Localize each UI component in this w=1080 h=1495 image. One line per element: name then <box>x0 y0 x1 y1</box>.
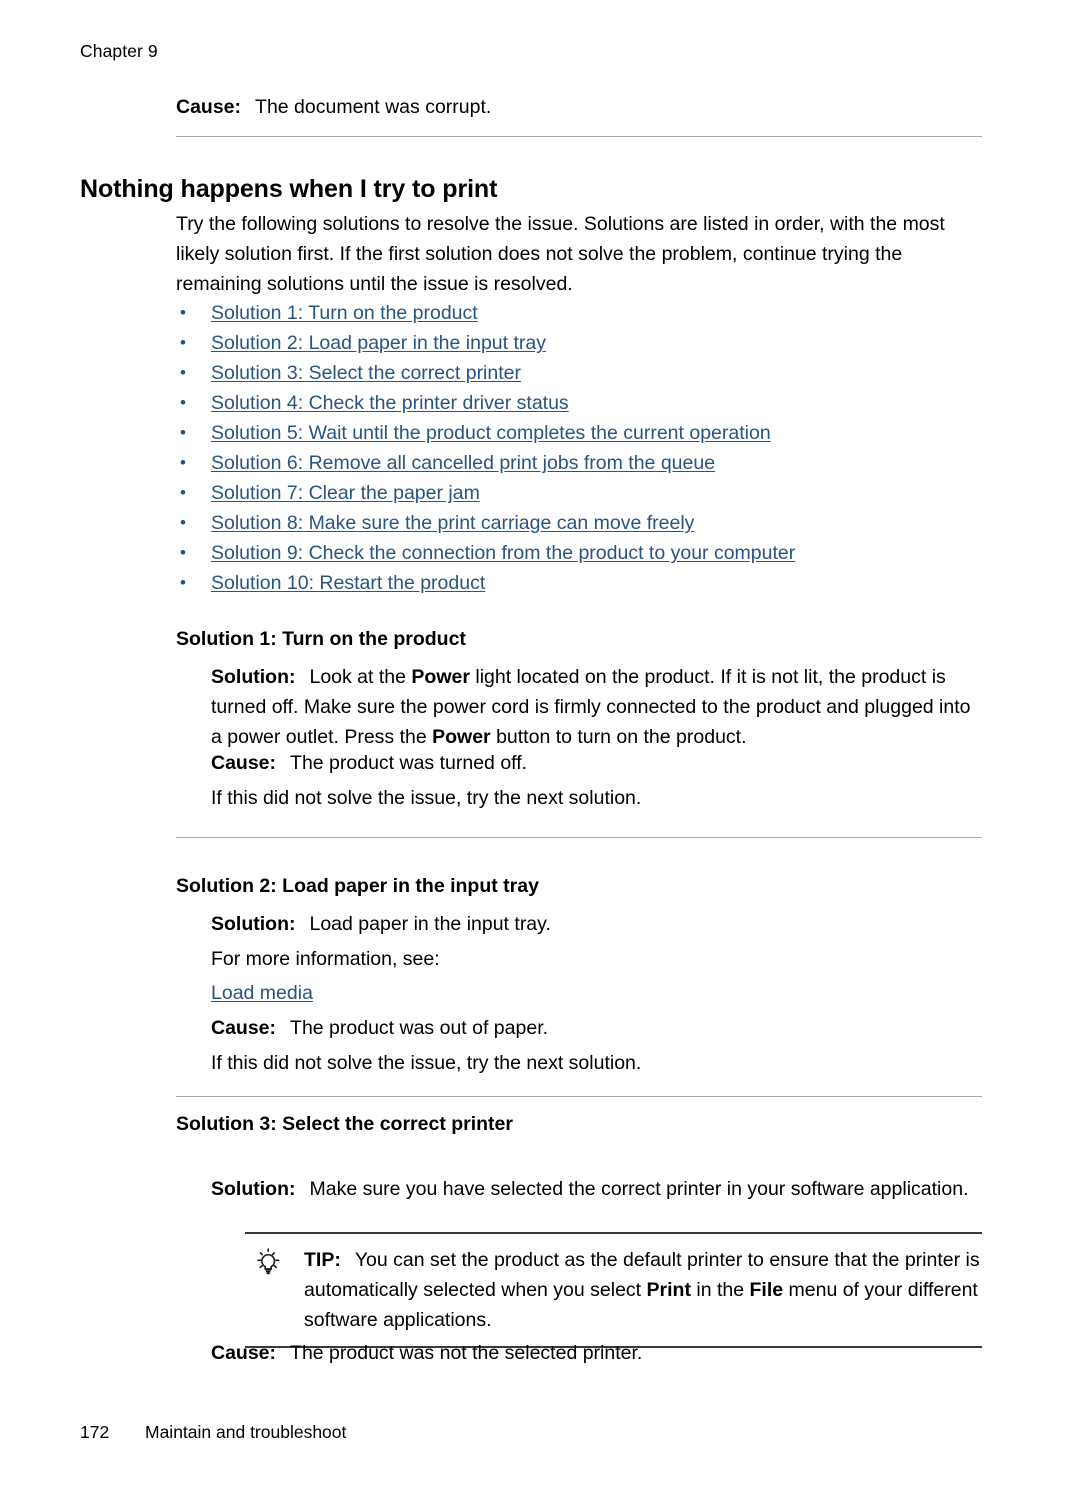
link-solution-1[interactable]: Solution 1: Turn on the product <box>211 298 478 328</box>
cause-text: The document was corrupt. <box>255 96 492 118</box>
solution-label: Solution: <box>211 666 296 688</box>
solution-text-part-1: Look at the <box>309 666 412 688</box>
bullet-icon: • <box>180 423 186 442</box>
list-item[interactable]: • Solution 10: Restart the product <box>176 568 982 598</box>
bullet-icon: • <box>180 513 186 532</box>
solution-3-body: Solution: Make sure you have selected the… <box>211 1174 983 1204</box>
page-title: Nothing happens when I try to print <box>80 175 498 203</box>
solution-2-next: If this did not solve the issue, try the… <box>211 1052 642 1074</box>
link-solution-10[interactable]: Solution 10: Restart the product <box>211 568 485 598</box>
bullet-icon: • <box>180 573 186 592</box>
solution-1-next: If this did not solve the issue, try the… <box>211 787 642 809</box>
tip-bold-print: Print <box>646 1279 691 1301</box>
solution-2-body: Solution: Load paper in the input tray. <box>211 909 983 939</box>
cause-label: Cause: <box>211 1342 277 1364</box>
solution-2-cause: Cause: The product was out of paper. <box>211 1013 983 1043</box>
list-item[interactable]: • Solution 8: Make sure the print carria… <box>176 508 982 538</box>
solution-text: Make sure you have selected the correct … <box>309 1178 969 1200</box>
solution-2-heading: Solution 2: Load paper in the input tray <box>176 875 539 897</box>
tip-text-part-2: in the <box>690 1279 750 1301</box>
list-item[interactable]: • Solution 1: Turn on the product <box>176 298 982 328</box>
link-solution-2[interactable]: Solution 2: Load paper in the input tray <box>211 328 546 358</box>
cause-label: Cause: <box>176 96 242 118</box>
footer-page-number: 172 <box>80 1422 110 1442</box>
tip-content: TIP: You can set the product as the defau… <box>245 1245 982 1335</box>
list-item[interactable]: • Solution 6: Remove all cancelled print… <box>176 448 982 478</box>
document-page: Chapter 9 Cause: The document was corrupt… <box>0 0 1080 1495</box>
cause-label: Cause: <box>211 1017 277 1039</box>
solution-bold-power-1: Power <box>411 666 470 688</box>
list-item[interactable]: • Solution 4: Check the printer driver s… <box>176 388 982 418</box>
solution-label: Solution: <box>211 1178 296 1200</box>
list-item[interactable]: • Solution 5: Wait until the product com… <box>176 418 982 448</box>
tip-callout: TIP: You can set the product as the defau… <box>245 1232 982 1348</box>
solution-2-more-info: For more information, see: <box>211 948 440 970</box>
link-solution-8[interactable]: Solution 8: Make sure the print carriage… <box>211 508 694 538</box>
tip-label: TIP: <box>304 1249 341 1271</box>
tip-bold-file: File <box>749 1279 784 1301</box>
solution-1-body: Solution: Look at the Power light located… <box>211 662 983 752</box>
list-item[interactable]: • Solution 9: Check the connection from … <box>176 538 982 568</box>
solution-1-heading: Solution 1: Turn on the product <box>176 628 466 650</box>
section-intro: Try the following solutions to resolve t… <box>176 213 945 295</box>
footer-title: Maintain and troubleshoot <box>145 1422 347 1442</box>
cause-text: The product was turned off. <box>290 752 528 774</box>
link-solution-6[interactable]: Solution 6: Remove all cancelled print j… <box>211 448 715 478</box>
solution-bold-power-2: Power <box>432 726 491 748</box>
divider-rule-solution-2 <box>176 1096 982 1097</box>
divider-rule-solution-1 <box>176 837 982 838</box>
cause-label: Cause: <box>211 752 277 774</box>
list-item[interactable]: • Solution 3: Select the correct printer <box>176 358 982 388</box>
lightbulb-icon <box>247 1248 281 1278</box>
link-solution-4[interactable]: Solution 4: Check the printer driver sta… <box>211 388 569 418</box>
solution-2-link-row: Load media <box>211 978 983 1008</box>
solution-1-cause: Cause: The product was turned off. <box>211 748 983 778</box>
link-solution-9[interactable]: Solution 9: Check the connection from th… <box>211 538 795 568</box>
bullet-icon: • <box>180 393 186 412</box>
bullet-icon: • <box>180 363 186 382</box>
cause-text: The product was out of paper. <box>290 1017 549 1039</box>
solution-3-heading: Solution 3: Select the correct printer <box>176 1113 513 1135</box>
divider-rule-top <box>176 136 982 137</box>
cause-text: The product was not the selected printer… <box>290 1342 643 1364</box>
bullet-icon: • <box>180 543 186 562</box>
link-solution-3[interactable]: Solution 3: Select the correct printer <box>211 358 521 388</box>
list-item[interactable]: • Solution 7: Clear the paper jam <box>176 478 982 508</box>
solution-3-cause: Cause: The product was not the selected p… <box>211 1338 983 1368</box>
link-solution-5[interactable]: Solution 5: Wait until the product compl… <box>211 418 771 448</box>
top-cause-line: Cause: The document was corrupt. <box>176 92 982 122</box>
solution-label: Solution: <box>211 913 296 935</box>
bullet-icon: • <box>180 453 186 472</box>
solution-link-list: • Solution 1: Turn on the product • Solu… <box>176 298 982 598</box>
bullet-icon: • <box>180 303 186 322</box>
list-item[interactable]: • Solution 2: Load paper in the input tr… <box>176 328 982 358</box>
solution-text: Load paper in the input tray. <box>309 913 551 935</box>
bullet-icon: • <box>180 483 186 502</box>
solution-text-part-3: button to turn on the product. <box>490 726 747 748</box>
link-solution-7[interactable]: Solution 7: Clear the paper jam <box>211 478 480 508</box>
chapter-header: Chapter 9 <box>80 41 158 61</box>
bullet-icon: • <box>180 333 186 352</box>
link-load-media[interactable]: Load media <box>211 982 313 1004</box>
